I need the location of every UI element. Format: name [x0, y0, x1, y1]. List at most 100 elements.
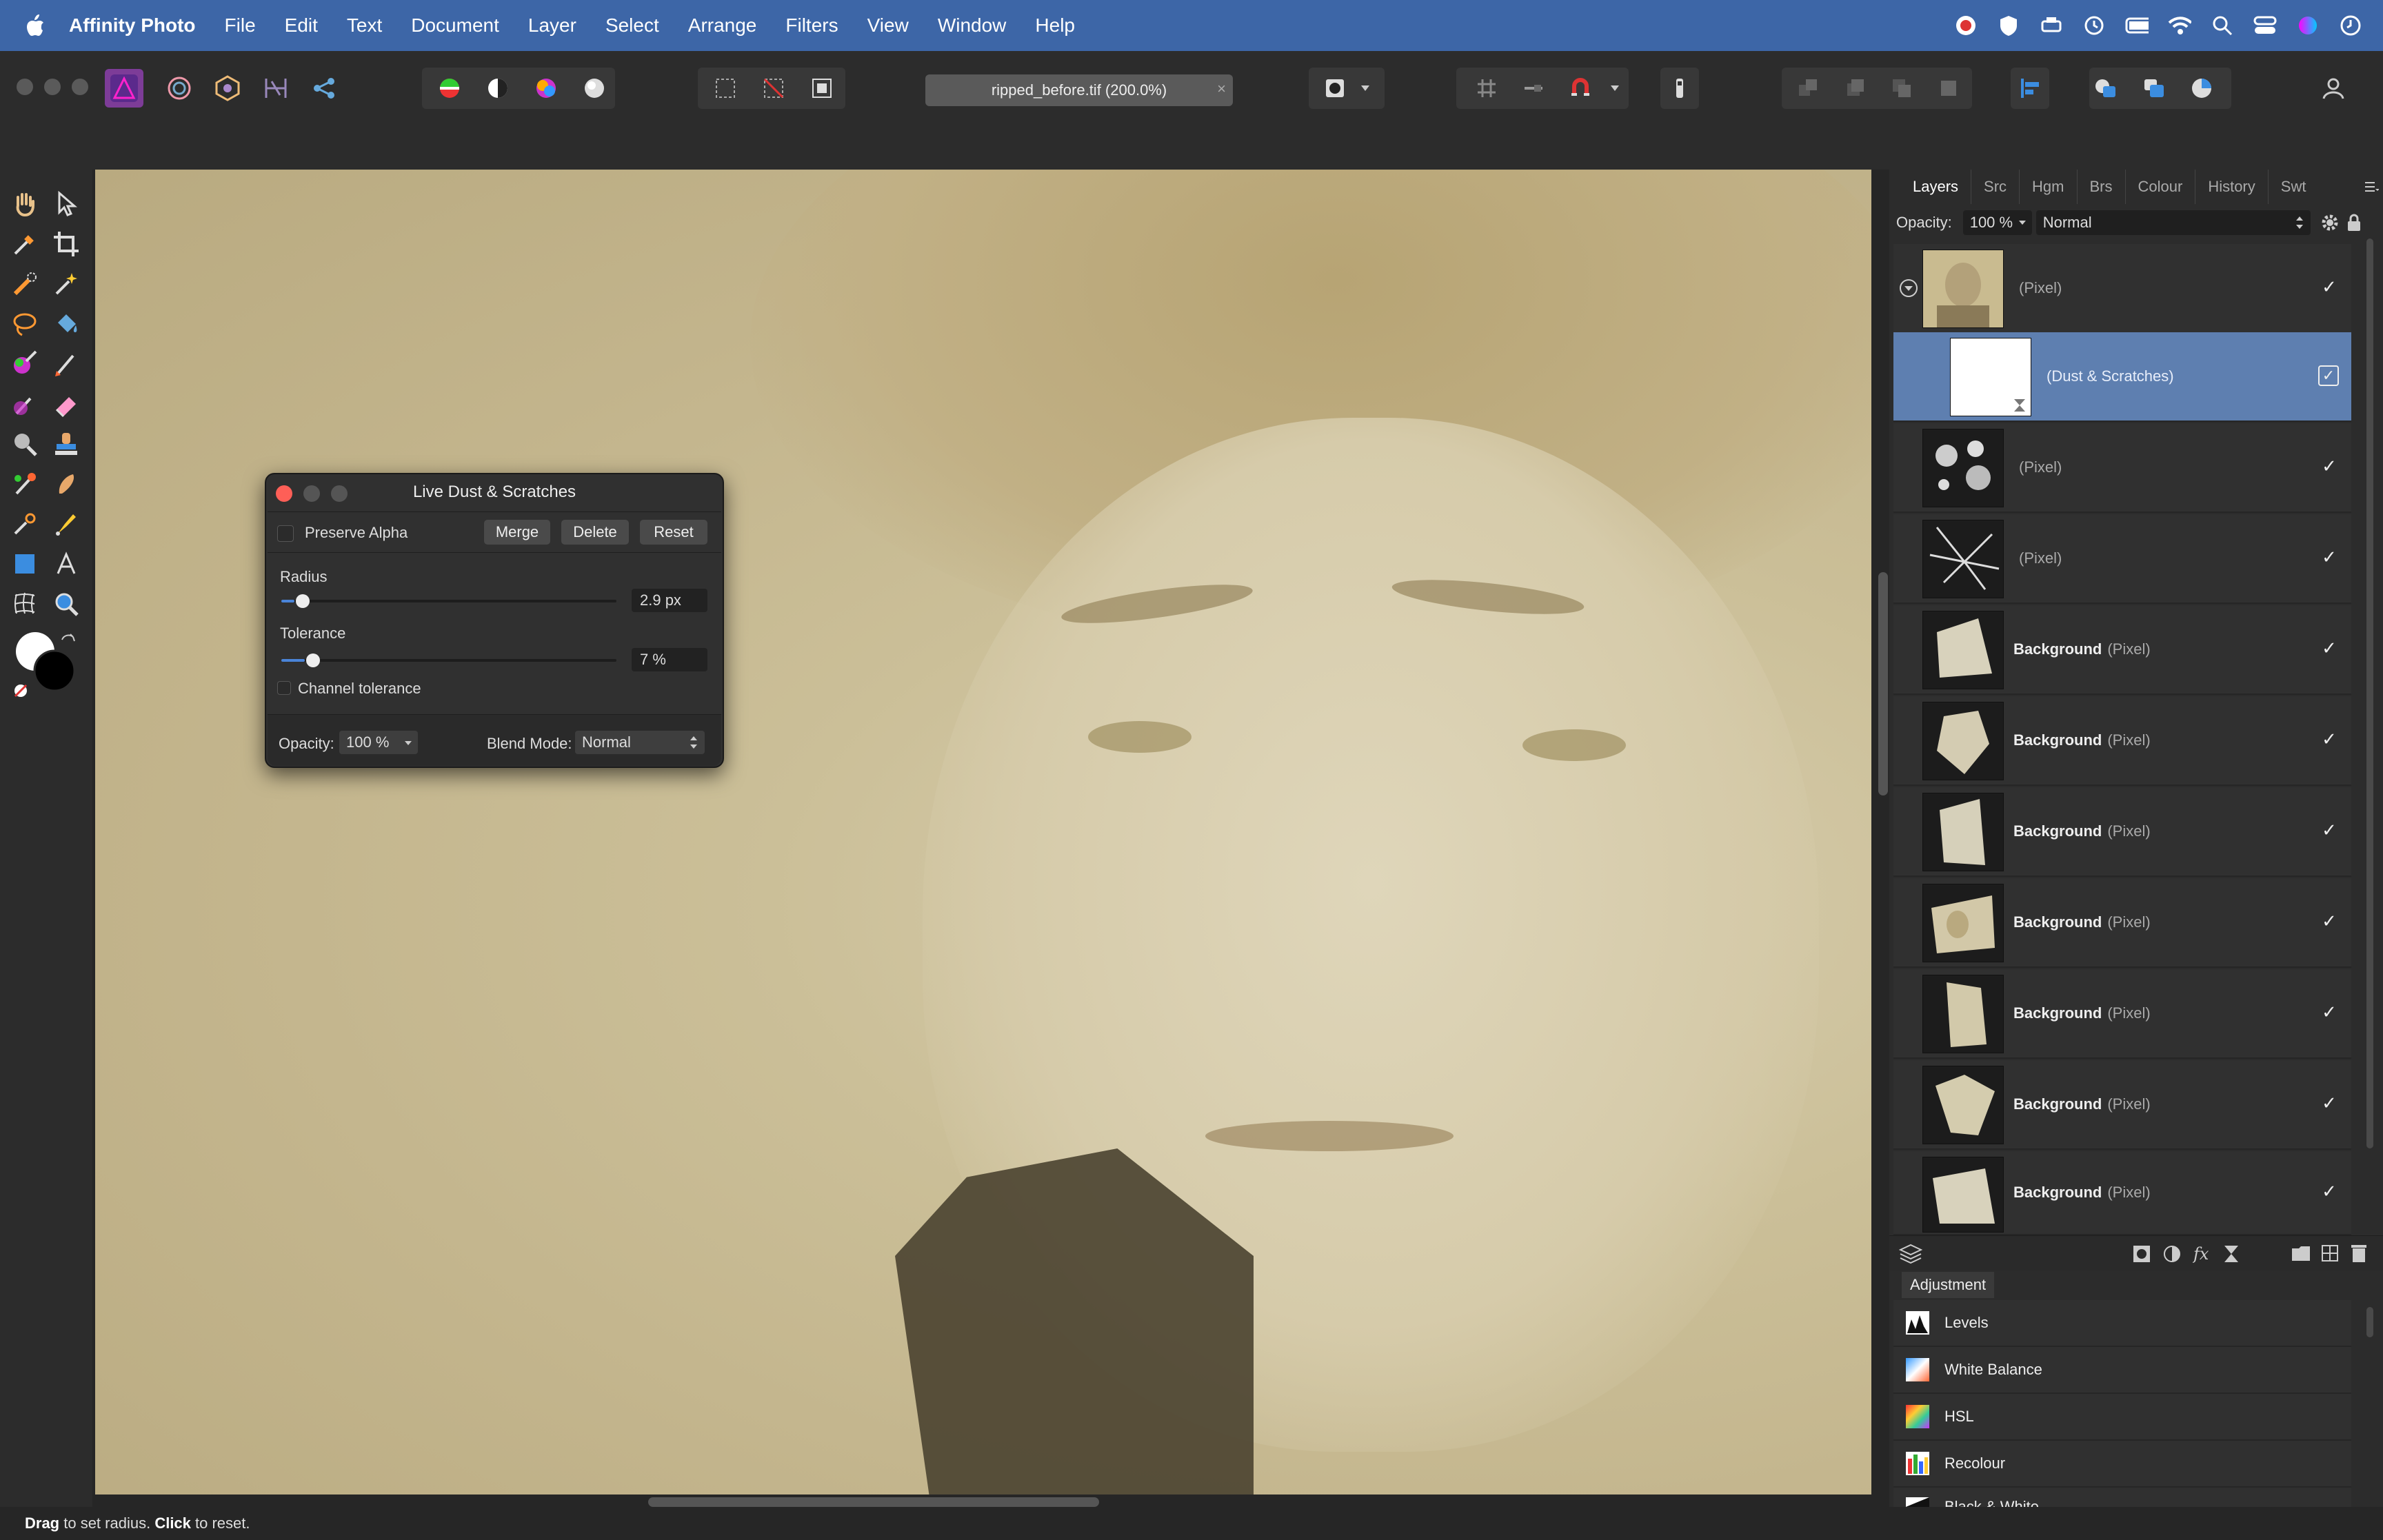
dodge-brush-tool[interactable] — [7, 386, 43, 422]
blur-brush-tool[interactable] — [7, 426, 43, 462]
close-document-icon[interactable]: × — [1217, 80, 1226, 98]
grid-button[interactable] — [1467, 69, 1506, 108]
dialog-titlebar[interactable]: Live Dust & Scratches — [266, 474, 723, 510]
layers-blend-select[interactable]: Normal — [2035, 210, 2311, 235]
artistic-text-tool[interactable] — [48, 546, 84, 582]
align-button[interactable] — [2011, 69, 2049, 108]
clock-icon[interactable] — [2339, 14, 2362, 37]
menu-select[interactable]: Select — [605, 14, 659, 37]
menu-help[interactable]: Help — [1035, 14, 1075, 37]
export-persona-button[interactable] — [305, 69, 343, 108]
deselect-button[interactable] — [754, 69, 793, 108]
dialog-zoom-button[interactable] — [331, 485, 348, 502]
menu-app-name[interactable]: Affinity Photo — [69, 14, 196, 37]
radius-slider-knob[interactable] — [296, 594, 310, 608]
window-close-button[interactable] — [17, 79, 33, 95]
layer-visibility-checkbox[interactable]: ✓ — [2318, 1092, 2340, 1114]
radius-slider-track[interactable] — [281, 600, 616, 602]
blend-mode-select[interactable]: Normal — [575, 731, 705, 754]
auto-colours-button[interactable] — [527, 69, 565, 108]
secondary-colour-swatch[interactable] — [33, 649, 76, 692]
layer-row[interactable]: Background (Pixel) ✓ — [1893, 787, 2351, 877]
move-to-back-button[interactable] — [1789, 69, 1827, 108]
zoom-tool[interactable] — [48, 586, 84, 622]
menu-layer[interactable]: Layer — [528, 14, 576, 37]
add-pixel-layer-icon[interactable] — [2321, 1244, 2339, 1262]
layer-visibility-checkbox[interactable]: ✓ — [2318, 1001, 2340, 1023]
no-colour-icon[interactable] — [12, 682, 29, 699]
assistant-button[interactable] — [1660, 69, 1699, 108]
tab-histogram[interactable]: Hgm — [2020, 170, 2078, 204]
delete-button[interactable]: Delete — [561, 520, 629, 545]
menu-view[interactable]: View — [867, 14, 909, 37]
dialog-opacity-field[interactable]: 100 % — [339, 731, 418, 754]
mesh-warp-tool[interactable] — [7, 586, 43, 622]
layer-visibility-checkbox[interactable]: ✓ — [2318, 728, 2340, 750]
erase-brush-tool[interactable] — [48, 386, 84, 422]
radius-value-field[interactable]: 2.9 px — [632, 589, 707, 612]
tone-mapping-persona-button[interactable] — [257, 69, 295, 108]
menu-arrange[interactable]: Arrange — [688, 14, 757, 37]
horizontal-scrollbar[interactable] — [648, 1497, 1099, 1507]
layer-row-selected[interactable]: (Dust & Scratches) ✓ — [1893, 332, 2351, 422]
layer-visibility-checkbox[interactable]: ✓ — [2318, 910, 2340, 932]
develop-persona-button[interactable] — [208, 69, 247, 108]
adjustment-layer-icon[interactable] — [2162, 1244, 2182, 1264]
folder-icon[interactable] — [2291, 1244, 2311, 1262]
document-tab[interactable]: ripped_before.tif (200.0%) × — [925, 74, 1233, 106]
live-filter-icon[interactable] — [2223, 1244, 2240, 1264]
color-picker-tool[interactable] — [7, 226, 43, 262]
move-to-front-button[interactable] — [1929, 69, 1968, 108]
pen-tool[interactable] — [7, 506, 43, 542]
tab-swatches[interactable]: Swt — [2269, 170, 2319, 204]
scrobble-icon[interactable] — [1954, 14, 1978, 37]
account-button[interactable] — [2314, 69, 2353, 108]
tab-brushes[interactable]: Brs — [2078, 170, 2126, 204]
layer-row[interactable]: (Pixel) ✓ — [1893, 244, 2351, 334]
swap-colours-icon[interactable] — [59, 633, 77, 651]
quick-mask-dropdown[interactable] — [1353, 69, 1378, 108]
layer-row[interactable]: Background (Pixel) ✓ — [1893, 878, 2351, 968]
layers-stack-icon[interactable] — [1899, 1243, 1922, 1264]
flood-select-tool[interactable] — [48, 266, 84, 302]
snapping-button[interactable] — [1561, 69, 1600, 108]
move-tool[interactable] — [48, 186, 84, 222]
gear-icon[interactable] — [2320, 213, 2340, 232]
wifi-icon[interactable] — [2168, 14, 2191, 37]
quick-mask-button[interactable] — [1316, 69, 1354, 108]
layer-row[interactable]: Background (Pixel) ✓ — [1893, 605, 2351, 695]
merge-button[interactable]: Merge — [484, 520, 550, 545]
layer-visibility-checkbox[interactable]: ✓ — [2318, 1180, 2340, 1202]
auto-white-balance-button[interactable] — [575, 69, 614, 108]
flood-fill-tool[interactable] — [48, 306, 84, 342]
adjustment-scrollbar[interactable] — [2366, 1307, 2373, 1337]
window-minimize-button[interactable] — [44, 79, 61, 95]
menu-file[interactable]: File — [225, 14, 256, 37]
clone-brush-tool[interactable] — [48, 426, 84, 462]
layer-visibility-checkbox[interactable]: ✓ — [2318, 819, 2340, 841]
layers-scrollbar[interactable] — [2366, 239, 2373, 1148]
fx-icon[interactable]: fx — [2193, 1243, 2213, 1264]
layer-row[interactable]: Background (Pixel) ✓ — [1893, 969, 2351, 1059]
layer-row[interactable]: (Pixel) ✓ — [1893, 423, 2351, 513]
adjustment-item-black-white[interactable]: Black & White — [1893, 1488, 2351, 1508]
control-center-icon[interactable] — [2253, 14, 2277, 37]
dialog-close-button[interactable] — [276, 485, 292, 502]
add-boolean-button[interactable] — [2087, 69, 2125, 108]
subtract-boolean-button[interactable] — [2135, 69, 2173, 108]
layer-visibility-checkbox[interactable]: ✓ — [2318, 637, 2340, 659]
tolerance-value-field[interactable]: 7 % — [632, 648, 707, 671]
tolerance-slider-track[interactable] — [281, 659, 616, 662]
move-forward-one-button[interactable] — [1882, 69, 1921, 108]
layers-opacity-field[interactable]: 100 % — [1962, 210, 2032, 235]
layer-row[interactable]: (Pixel) ✓ — [1893, 514, 2351, 604]
menu-window[interactable]: Window — [938, 14, 1007, 37]
healing-brush-tool[interactable] — [7, 466, 43, 502]
snapping-dropdown[interactable] — [1602, 69, 1627, 108]
tab-adjustment[interactable]: Adjustment — [1902, 1272, 1995, 1298]
tab-layers[interactable]: Layers — [1900, 170, 1972, 204]
printer-icon[interactable] — [2040, 14, 2063, 37]
adjustment-item-hsl[interactable]: HSL — [1893, 1394, 2351, 1441]
battery-icon[interactable] — [2125, 14, 2149, 37]
tab-sources[interactable]: Src — [1971, 170, 2020, 204]
